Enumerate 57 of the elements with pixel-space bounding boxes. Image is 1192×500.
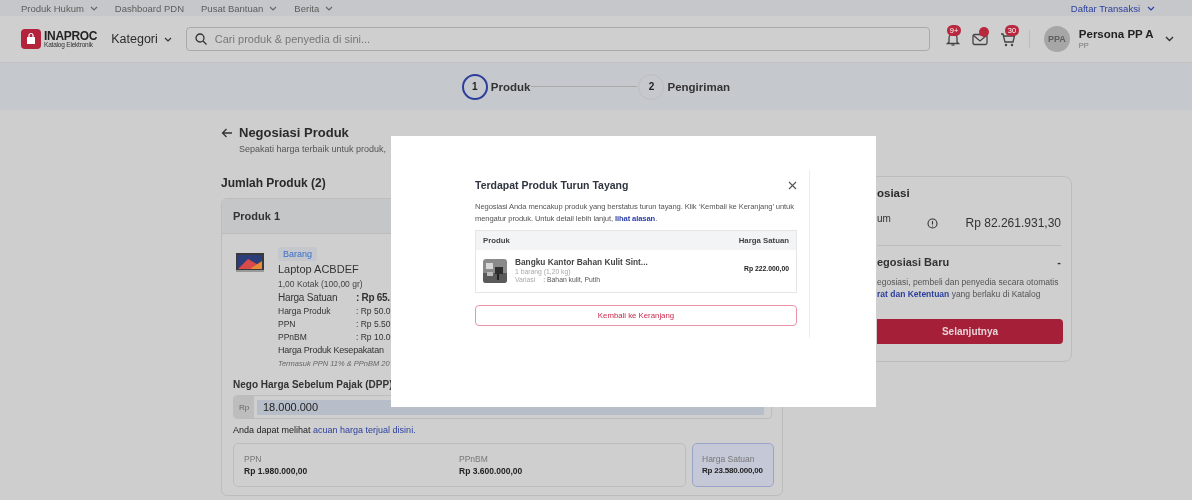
shopping-bag-logo-icon <box>21 29 41 49</box>
terms-text: egosiasi, pembeli dan penyedia secara otomatis rat dan Ketentuan yang berlaku di Katalog <box>877 276 1060 301</box>
chevron-down-icon[interactable] <box>1164 36 1174 42</box>
price-label: Harga Satuan <box>278 292 339 303</box>
section-title: egosiasi Baru <box>877 256 950 268</box>
back-arrow-icon[interactable] <box>221 127 233 138</box>
product-name: Laptop ACBDEF <box>278 263 360 275</box>
price-reference-link[interactable]: acuan harga terjual disini. <box>313 425 416 435</box>
page-title: Negosiasi Produk <box>239 125 349 140</box>
step-number: 2 <box>638 73 665 100</box>
total-label: PPnBM <box>459 454 489 464</box>
price-label: PPnBM <box>278 332 308 342</box>
search-icon <box>194 33 207 45</box>
chevron-down-icon <box>163 36 172 42</box>
nav-link[interactable]: Produk Hukum <box>21 2 84 14</box>
total-value: Rp 1.980.000,00 <box>244 466 309 476</box>
terms-link[interactable]: rat dan Ketentuan <box>877 289 950 300</box>
category-menu[interactable]: Kategori <box>111 32 172 46</box>
total-value: Rp 3.600.000,00 <box>459 466 524 476</box>
summary-amount: Rp 82.261.931,30 <box>965 216 1061 230</box>
price-label: Harga Produk <box>278 306 332 316</box>
close-icon[interactable] <box>788 180 797 190</box>
step-number: 1 <box>461 73 488 100</box>
nav-link[interactable]: Berita <box>294 2 320 14</box>
avatar: PPA <box>1043 26 1070 52</box>
transactions-link[interactable]: Daftar Transaksi <box>1070 2 1140 14</box>
step-label: Pengiriman <box>667 80 731 93</box>
summary-label: um <box>877 213 892 224</box>
nav-link[interactable]: Pusat Bantuan <box>201 2 264 14</box>
total-label: Harga Satuan <box>702 454 756 464</box>
page-subtitle: Sepakati harga terbaik untuk produk, <box>239 144 387 154</box>
product-quantity: 1,00 Kotak (100,00 gr) <box>278 279 364 289</box>
price-label: PPN <box>278 319 297 329</box>
step-label: Produk <box>490 80 531 93</box>
next-button[interactable]: Selanjutnya <box>877 318 1063 344</box>
info-icon[interactable] <box>927 217 938 229</box>
product-name: Bangku Kantor Bahan Kulit Sint... <box>515 257 649 268</box>
price-value: : Rp 5.50 <box>356 319 391 329</box>
nav-link[interactable]: Dashboard PDN <box>114 2 184 14</box>
type-badge: Barang <box>278 247 318 261</box>
price-hint: Anda dapat melihat acuan harga terjual disini. <box>233 425 417 435</box>
total-value: Rp 23.580.000,00 <box>702 466 763 475</box>
price-label: Harga Produk Kesepakatan <box>278 345 384 355</box>
price-value: : Rp 65. <box>356 292 390 303</box>
price-value: : Rp 10.0 <box>356 332 391 342</box>
logo-name: INAPROC <box>44 29 98 42</box>
mail-icon[interactable] <box>971 32 988 46</box>
currency-prefix: Rp <box>234 396 254 418</box>
section-value: - <box>1057 256 1061 268</box>
price-value: : Rp 50.0 <box>356 306 391 316</box>
user-name: Persona PP A <box>1078 27 1155 42</box>
search-field[interactable]: Cari produk & penyedia di sini... <box>185 27 930 51</box>
cart-icon[interactable] <box>999 31 1015 47</box>
dialog-title: Terdapat Produk Turun Tayang <box>475 179 629 191</box>
total-label: PPN <box>244 454 263 464</box>
product-count: Jumlah Produk (2) <box>221 176 326 190</box>
panel-title: osiasi <box>877 187 911 199</box>
